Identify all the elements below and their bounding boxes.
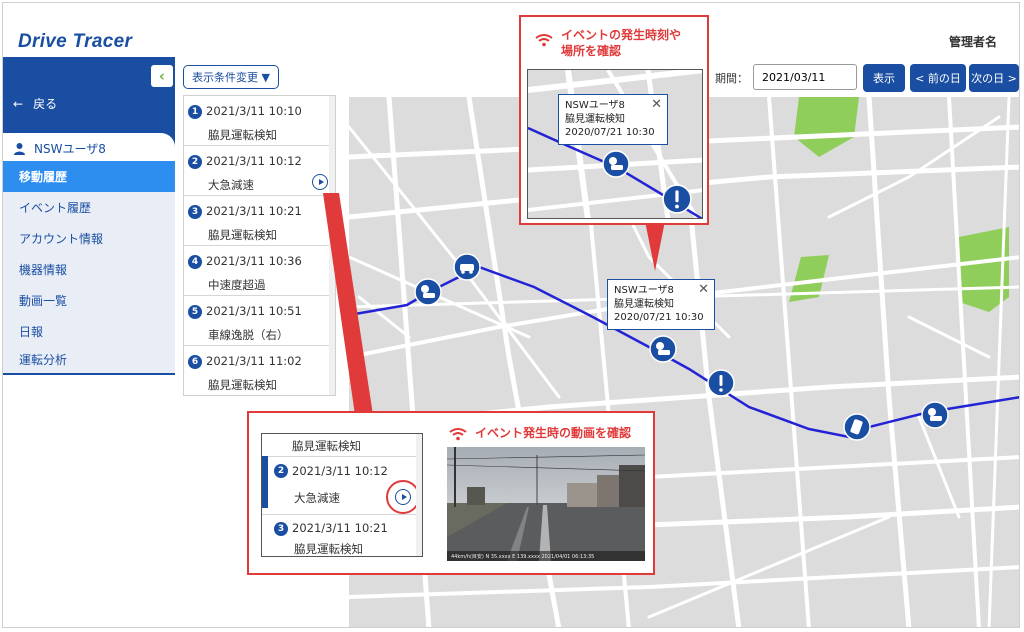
play-video-icon[interactable]	[312, 174, 328, 190]
event-name: 中速度超過	[208, 278, 266, 292]
close-icon[interactable]: ✕	[651, 96, 662, 114]
admin-name[interactable]: 管理者名	[949, 33, 997, 50]
event-name: 脇見運転検知	[294, 542, 363, 556]
event-datetime: 2021/3/11 10:36	[206, 254, 302, 268]
current-user: NSWユーザ8	[3, 133, 175, 163]
event-number: 4	[188, 255, 202, 269]
sidebar-item-account-info[interactable]: アカウント情報	[3, 223, 175, 254]
sidebar-collapse-button[interactable]: ‹	[151, 65, 173, 87]
event-datetime: 2021/3/11 10:21	[292, 521, 388, 535]
popup-user: NSWユーザ8	[565, 100, 625, 111]
zoomed-event-list: 脇見運転検知 2 2021/3/11 10:12 大急減速 3 2021/3/1…	[261, 433, 423, 557]
car-marker-icon[interactable]	[453, 253, 481, 281]
prev-day-button[interactable]: < 前の日	[910, 64, 966, 92]
wifi-icon	[535, 34, 553, 47]
popup-event: 脇見運転検知	[614, 298, 674, 310]
event-datetime: 2021/3/11 10:12	[292, 464, 388, 478]
sidebar-item-event-history[interactable]: イベント履歴	[3, 192, 175, 223]
event-number: 3	[274, 522, 288, 536]
event-datetime: 2021/3/11 10:51	[206, 304, 302, 318]
callout-event-location: イベントの発生時刻や 場所を確認 ✕ NSWユーザ8 脇見運転検知 2020/0…	[519, 15, 709, 225]
app-logo: Drive Tracer	[18, 31, 133, 52]
callout-video-title: イベント発生時の動画を確認	[475, 426, 632, 440]
car-marker-icon[interactable]	[649, 335, 677, 363]
date-input[interactable]	[753, 64, 857, 90]
warning-marker-icon[interactable]	[707, 369, 735, 397]
event-number: 1	[188, 105, 202, 119]
car-marker-icon[interactable]	[921, 401, 949, 429]
callout-event-video: 脇見運転検知 2 2021/3/11 10:12 大急減速 3 2021/3/1…	[247, 411, 655, 575]
popup-time: 2020/07/21 10:30	[614, 312, 704, 323]
sidebar-item-movement-history[interactable]: 移動履歴	[3, 161, 175, 192]
list-item[interactable]: 2 2021/3/11 10:12 大急減速	[184, 146, 335, 196]
back-label: 戻る	[33, 97, 58, 111]
next-day-button[interactable]: 次の日 >	[969, 64, 1019, 92]
popup-time: 2020/07/21 10:30	[565, 127, 655, 138]
car-marker-icon[interactable]	[602, 150, 630, 178]
arrow-left-icon: ←	[13, 96, 24, 111]
video-caption: 44km/h(目安) N 35.xxxx E 139.xxxx 2021/04/…	[451, 554, 595, 560]
event-datetime: 2021/3/11 10:12	[206, 154, 302, 168]
event-name: 大急減速	[208, 178, 254, 192]
warning-marker-icon[interactable]	[662, 184, 692, 214]
event-datetime: 2021/3/11 10:10	[206, 104, 302, 118]
event-number: 5	[188, 305, 202, 319]
play-video-icon[interactable]	[395, 489, 411, 505]
sidebar-item-video-list[interactable]: 動画一覧	[3, 285, 175, 316]
event-name: 脇見運転検知	[208, 128, 277, 142]
list-item[interactable]: 5 2021/3/11 10:51 車線逸脱（右）	[184, 296, 335, 346]
list-scrollbar[interactable]	[329, 96, 335, 395]
car-marker-icon[interactable]	[843, 413, 871, 441]
event-name: 大急減速	[294, 491, 340, 505]
sidebar-item-daily-report[interactable]: 日報	[3, 316, 175, 347]
user-name: NSWユーザ8	[34, 141, 106, 156]
callout-title-line1: イベントの発生時刻や	[561, 28, 682, 42]
filter-button[interactable]: 表示条件変更 ▼	[183, 65, 279, 89]
popup-user: NSWユーザ8	[614, 285, 674, 296]
event-number: 6	[188, 355, 202, 369]
callout-title-line2: 場所を確認	[561, 44, 622, 59]
popup-event: 脇見運転検知	[565, 113, 625, 125]
event-name: 脇見運転検知	[292, 439, 361, 453]
event-number: 2	[274, 464, 288, 478]
list-item[interactable]: 1 2021/3/11 10:10 脇見運転検知	[184, 96, 335, 146]
dashcam-video[interactable]: 44km/h(目安) N 35.xxxx E 139.xxxx 2021/04/…	[447, 447, 645, 561]
list-item[interactable]: 3 2021/3/11 10:21 脇見運転検知	[184, 196, 335, 246]
car-marker-icon[interactable]	[414, 278, 442, 306]
event-datetime: 2021/3/11 10:21	[206, 204, 302, 218]
list-item[interactable]: 4 2021/3/11 10:36 中速度超過	[184, 246, 335, 296]
period-label: 期間：	[715, 72, 748, 85]
event-number: 2	[188, 155, 202, 169]
wifi-icon	[449, 428, 467, 441]
zoomed-map: ✕ NSWユーザ8 脇見運転検知 2020/07/21 10:30	[527, 69, 703, 219]
app-window: Drive Tracer 管理者名 ‹ ← 戻る NSWユーザ8 移動履歴 イベ…	[2, 2, 1020, 628]
list-item[interactable]: 6 2021/3/11 11:02 脇見運転検知	[184, 346, 335, 396]
event-list: 1 2021/3/11 10:10 脇見運転検知 2 2021/3/11 10:…	[183, 95, 336, 396]
event-name: 脇見運転検知	[208, 378, 277, 392]
close-icon[interactable]: ✕	[698, 281, 709, 299]
event-datetime: 2021/3/11 11:02	[206, 354, 302, 368]
event-info-popup: ✕ NSWユーザ8 脇見運転検知 2020/07/21 10:30	[607, 279, 715, 330]
event-number: 3	[188, 205, 202, 219]
sidebar-item-device-info[interactable]: 機器情報	[3, 254, 175, 285]
zoomed-event-popup: ✕ NSWユーザ8 脇見運転検知 2020/07/21 10:30	[558, 94, 668, 145]
back-button[interactable]: ← 戻る	[13, 95, 57, 112]
show-button[interactable]: 表示	[863, 64, 905, 92]
user-icon	[14, 142, 25, 155]
dashcam-scene	[447, 447, 645, 561]
play-highlight-circle	[386, 480, 420, 514]
header: Drive Tracer 管理者名	[3, 3, 1019, 57]
event-name: 脇見運転検知	[208, 228, 277, 242]
sidebar-item-driving-analysis[interactable]: 運転分析	[3, 345, 175, 373]
event-name: 車線逸脱（右）	[208, 328, 289, 342]
